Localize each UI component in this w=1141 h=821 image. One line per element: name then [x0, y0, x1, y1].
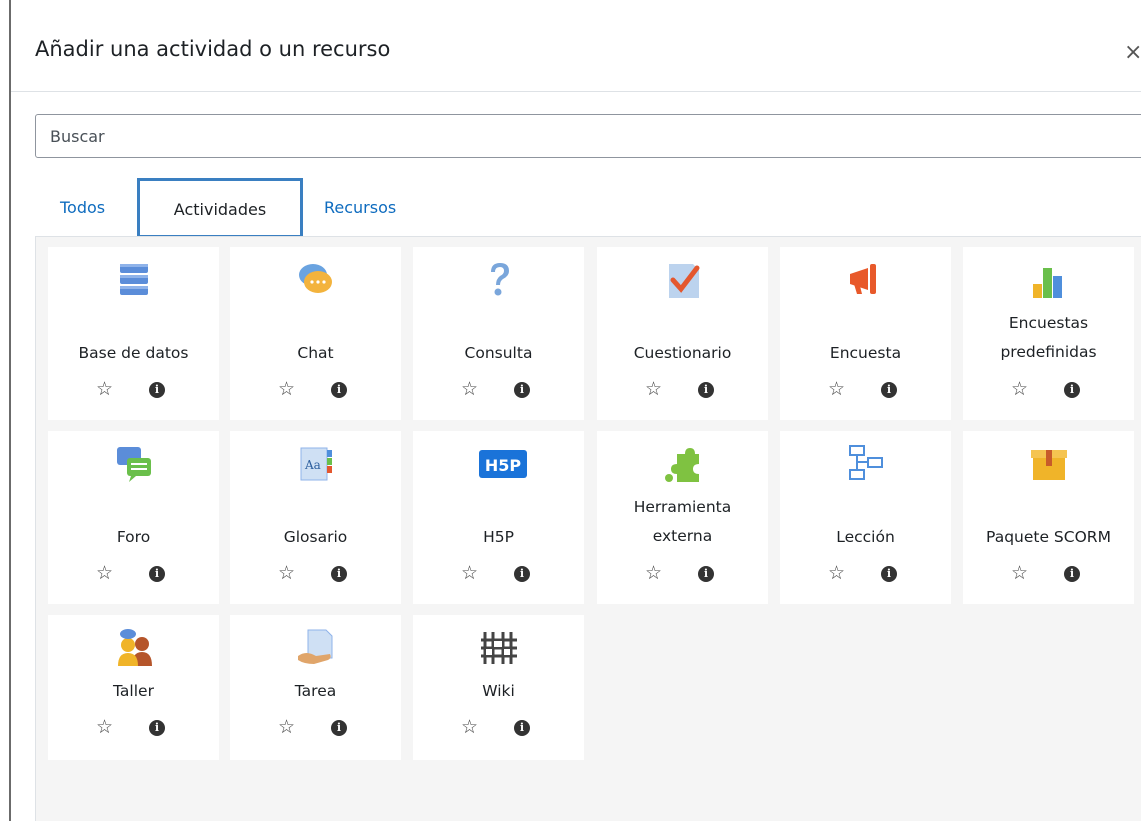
- activity-label: Herramienta externa: [633, 498, 732, 545]
- activity-card[interactable]: Paquete SCORM ☆ i: [963, 431, 1134, 604]
- tab-actividades[interactable]: Actividades: [137, 178, 303, 238]
- chat-icon: [296, 260, 336, 300]
- activity-card[interactable]: Tarea ☆ i: [230, 615, 401, 760]
- info-icon[interactable]: i: [149, 566, 165, 582]
- activity-label: Paquete SCORM: [986, 528, 1111, 546]
- star-icon[interactable]: ☆: [461, 716, 478, 739]
- quiz-icon: [663, 260, 703, 300]
- info-icon[interactable]: i: [698, 566, 714, 582]
- star-icon[interactable]: ☆: [278, 716, 295, 739]
- info-icon[interactable]: i: [698, 382, 714, 398]
- activity-label: Chat: [297, 344, 334, 362]
- activity-label: Lección: [836, 528, 895, 546]
- bar-chart-icon: [1029, 260, 1069, 300]
- page-left-border: [9, 0, 11, 821]
- star-icon[interactable]: ☆: [278, 562, 295, 585]
- workshop-icon: [114, 628, 154, 668]
- activity-label: Base de datos: [78, 344, 189, 362]
- info-icon[interactable]: i: [1064, 382, 1080, 398]
- activity-card[interactable]: Aa Glosario ☆ i: [230, 431, 401, 604]
- header-divider: [11, 91, 1141, 92]
- activity-label: Consulta: [464, 344, 533, 362]
- activity-card[interactable]: Wiki ☆ i: [413, 615, 584, 760]
- activity-card[interactable]: Foro ☆ i: [48, 431, 219, 604]
- activity-card[interactable]: H5P H5P ☆ i: [413, 431, 584, 604]
- svg-text:Aa: Aa: [304, 458, 321, 472]
- lesson-icon: [846, 444, 886, 484]
- info-icon[interactable]: i: [331, 382, 347, 398]
- info-icon[interactable]: i: [331, 566, 347, 582]
- info-icon[interactable]: i: [514, 382, 530, 398]
- megaphone-icon: [846, 260, 886, 300]
- star-icon[interactable]: ☆: [828, 378, 845, 401]
- svg-text:H5P: H5P: [484, 456, 521, 475]
- database-icon: [114, 260, 154, 300]
- info-icon[interactable]: i: [514, 566, 530, 582]
- info-icon[interactable]: i: [881, 382, 897, 398]
- activity-label: Cuestionario: [633, 344, 732, 362]
- activity-label: H5P: [483, 528, 514, 546]
- tab-recursos[interactable]: Recursos: [324, 198, 396, 217]
- info-icon[interactable]: i: [331, 720, 347, 736]
- info-icon[interactable]: i: [1064, 566, 1080, 582]
- activity-card[interactable]: Chat ☆ i: [230, 247, 401, 420]
- puzzle-icon: [663, 444, 703, 484]
- info-icon[interactable]: i: [514, 720, 530, 736]
- star-icon[interactable]: ☆: [96, 378, 113, 401]
- tab-todos[interactable]: Todos: [60, 198, 105, 217]
- activity-label: Encuesta: [829, 344, 902, 362]
- forum-icon: [114, 444, 154, 484]
- activity-label: Tarea: [294, 682, 337, 700]
- wiki-icon: [479, 628, 519, 668]
- activity-label: Foro: [116, 528, 151, 546]
- activity-card[interactable]: Encuesta ☆ i: [780, 247, 951, 420]
- info-icon[interactable]: i: [149, 720, 165, 736]
- star-icon[interactable]: ☆: [461, 378, 478, 401]
- activity-card[interactable]: Base de datos ☆ i: [48, 247, 219, 420]
- activity-label: Taller: [113, 682, 154, 700]
- activity-label: Glosario: [283, 528, 348, 546]
- activity-card[interactable]: Cuestionario ☆ i: [597, 247, 768, 420]
- activity-card[interactable]: Lección ☆ i: [780, 431, 951, 604]
- assignment-icon: [296, 628, 336, 668]
- star-icon[interactable]: ☆: [645, 378, 662, 401]
- star-icon[interactable]: ☆: [1011, 378, 1028, 401]
- star-icon[interactable]: ☆: [1011, 562, 1028, 585]
- search-input[interactable]: Buscar: [35, 114, 1141, 158]
- activity-card[interactable]: Taller ☆ i: [48, 615, 219, 760]
- dialog-title: Añadir una actividad o un recurso: [35, 37, 391, 61]
- glossary-icon: Aa: [296, 444, 336, 484]
- question-icon: [479, 260, 519, 300]
- h5p-icon: H5P: [478, 444, 527, 484]
- close-icon[interactable]: ×: [1124, 40, 1141, 65]
- star-icon[interactable]: ☆: [828, 562, 845, 585]
- activity-card[interactable]: Encuestas predefinidas ☆ i: [963, 247, 1134, 420]
- info-icon[interactable]: i: [881, 566, 897, 582]
- info-icon[interactable]: i: [149, 382, 165, 398]
- star-icon[interactable]: ☆: [96, 716, 113, 739]
- activity-card[interactable]: Herramienta externa ☆ i: [597, 431, 768, 604]
- activity-label: Wiki: [482, 682, 515, 700]
- star-icon[interactable]: ☆: [461, 562, 478, 585]
- activity-card[interactable]: Consulta ☆ i: [413, 247, 584, 420]
- star-icon[interactable]: ☆: [645, 562, 662, 585]
- star-icon[interactable]: ☆: [96, 562, 113, 585]
- activity-label: Encuestas predefinidas: [1000, 314, 1097, 361]
- star-icon[interactable]: ☆: [278, 378, 295, 401]
- package-icon: [1029, 444, 1069, 484]
